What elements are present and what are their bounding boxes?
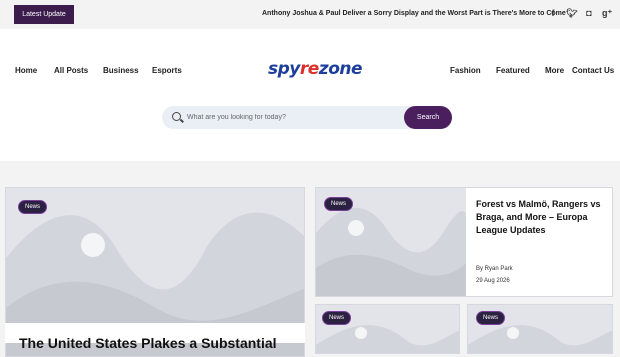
category-badge[interactable]: News xyxy=(324,197,354,211)
instagram-icon[interactable]: ◘ xyxy=(584,7,594,19)
logo-part-1: spy xyxy=(268,59,300,79)
top-bar: Latest Update Anthony Joshua & Paul Deli… xyxy=(0,0,620,29)
news-ticker[interactable]: Anthony Joshua & Paul Deliver a Sorry Di… xyxy=(262,10,566,17)
small-article-card-2[interactable]: News xyxy=(467,304,613,354)
category-badge[interactable]: News xyxy=(476,311,506,325)
category-badge[interactable]: News xyxy=(322,311,352,325)
article-date: 29 Aug 2026 xyxy=(476,278,510,284)
social-links: f 🐦︎ ◘ g⁺ xyxy=(548,7,613,19)
google-plus-icon[interactable]: g⁺ xyxy=(602,7,612,19)
nav-more[interactable]: More xyxy=(545,66,564,75)
latest-update-button[interactable]: Latest Update xyxy=(14,5,74,24)
category-badge[interactable]: News xyxy=(18,200,48,214)
nav-featured[interactable]: Featured xyxy=(496,66,530,75)
nav-home[interactable]: Home xyxy=(15,66,37,75)
featured-title[interactable]: The United States Plakes a Substantial xyxy=(19,335,277,351)
nav-all-posts[interactable]: All Posts xyxy=(54,66,88,75)
site-logo[interactable]: spyrezone xyxy=(268,59,363,79)
nav-fashion[interactable]: Fashion xyxy=(450,66,481,75)
side-article-title[interactable]: Forest vs Malmö, Rangers vs Braga, and M… xyxy=(476,198,601,237)
nav-esports[interactable]: Esports xyxy=(152,66,182,75)
search-icon xyxy=(172,112,181,121)
nav-business[interactable]: Business xyxy=(103,66,139,75)
side-article-card[interactable]: News Forest vs Malmö, Rangers vs Braga, … xyxy=(315,187,613,297)
featured-title-area: The United States Plakes a Substantial xyxy=(5,323,305,351)
logo-part-3: zone xyxy=(318,59,363,79)
nav-contact-us[interactable]: Contact Us xyxy=(572,66,614,75)
facebook-icon[interactable]: f xyxy=(548,7,558,19)
site-header: Home All Posts Business Esports spyrezon… xyxy=(0,29,620,161)
small-article-card-1[interactable]: News xyxy=(315,304,460,354)
article-author[interactable]: By Ryan Park xyxy=(476,266,513,272)
search-button[interactable]: Search xyxy=(404,106,452,129)
logo-part-2: re xyxy=(299,59,319,79)
side-article-text: Forest vs Malmö, Rangers vs Braga, and M… xyxy=(466,188,612,296)
twitter-icon[interactable]: 🐦︎ xyxy=(566,7,577,19)
search-input[interactable] xyxy=(187,106,397,129)
search-bar: Search xyxy=(162,106,452,129)
